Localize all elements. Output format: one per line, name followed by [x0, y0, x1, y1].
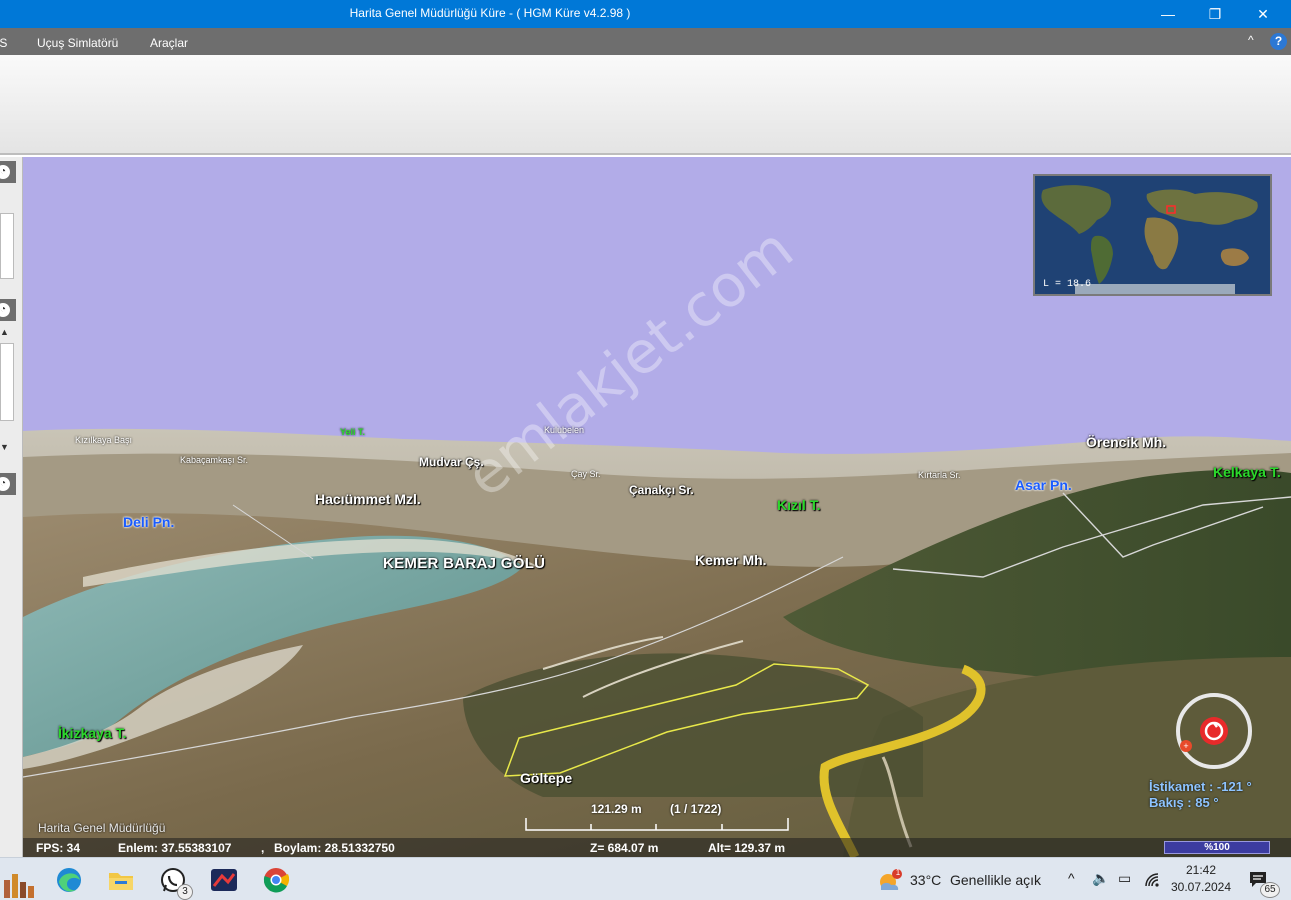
- place-label[interactable]: KEMER BARAJ GÖLÜ: [383, 555, 545, 572]
- notification-center[interactable]: 65: [1248, 870, 1280, 898]
- place-label[interactable]: Kelkaya T.: [1213, 464, 1281, 480]
- place-label[interactable]: Kızıl T.: [777, 497, 821, 513]
- clock-date: 30.07.2024: [1170, 880, 1232, 894]
- overview-minimap[interactable]: L = 18.6: [1033, 174, 1272, 296]
- coord-separator: ,: [261, 841, 265, 855]
- menu-item-flight-simulator[interactable]: Uçuş Simlatörü: [37, 36, 118, 50]
- pin-icon[interactable]: ◔: [0, 477, 10, 491]
- minimap-scale: L = 18.6: [1043, 279, 1092, 290]
- place-label[interactable]: Kemer Mh.: [695, 552, 767, 568]
- place-label[interactable]: Çay Sr.: [571, 469, 601, 479]
- tilt-readout: Bakış : 85 °: [1149, 795, 1219, 810]
- clock-time: 21:42: [1185, 863, 1217, 877]
- svg-text:+: +: [1183, 741, 1188, 751]
- menu-bar: İS Uçuş Simlatörü Araçlar ^ ?: [0, 28, 1291, 55]
- maximize-button[interactable]: ❐: [1192, 0, 1238, 28]
- chrome-icon[interactable]: [260, 864, 292, 896]
- scale-ticks: [525, 818, 789, 831]
- place-label[interactable]: İkizkaya T.: [58, 725, 127, 741]
- show-hidden-icons-icon[interactable]: ^: [1068, 870, 1075, 886]
- whatsapp-badge: 3: [177, 884, 193, 900]
- world-map: [1035, 176, 1270, 294]
- taskbar: 3 1 33°C Genellikle açık ^ 🔈 ▭ 21:42 30.…: [0, 857, 1291, 900]
- file-explorer-icon[interactable]: [105, 864, 137, 896]
- fps-readout: FPS: 34: [36, 841, 81, 855]
- menu-item-gis[interactable]: İS: [0, 36, 7, 50]
- place-label[interactable]: Kulubelen: [544, 425, 584, 435]
- title-bar: Harita Genel Müdürlüğü Küre - ( HGM Küre…: [0, 0, 1291, 28]
- altitude-readout: Alt= 129.37 m: [708, 841, 786, 855]
- hgm-kure-icon[interactable]: [208, 864, 240, 896]
- edge-icon[interactable]: [53, 864, 85, 896]
- place-label[interactable]: Örencik Mh.: [1086, 434, 1166, 450]
- heading-readout: İstikamet : -121 °: [1149, 779, 1252, 794]
- place-label[interactable]: Kabaçamkaşı Sr.: [180, 455, 248, 465]
- map-credit: Harita Genel Müdürlüğü: [38, 821, 166, 835]
- whatsapp-app[interactable]: 3: [157, 864, 193, 900]
- globe-viewport[interactable]: emlakjet.com Kızılkaya Başı Kabaçamkaşı …: [23, 157, 1291, 857]
- pin-icon[interactable]: ◔: [0, 303, 10, 317]
- load-progress: %100: [1164, 841, 1270, 854]
- panel-header: ◔: [0, 299, 16, 321]
- scroll-up-icon[interactable]: ▲: [0, 327, 9, 337]
- ribbon-toolbar: [0, 55, 1291, 155]
- weather-condition: Genellikle açık: [950, 872, 1042, 888]
- place-label[interactable]: Deli Pn.: [123, 514, 174, 530]
- volume-icon[interactable]: 🔈: [1092, 870, 1109, 887]
- panel-header: ◔: [0, 473, 16, 495]
- status-bar: FPS: 34 Enlem: 37.55383107 , Boylam: 28.…: [23, 838, 1291, 857]
- start-icon[interactable]: [0, 866, 36, 898]
- place-label[interactable]: Mudvar Çş.: [419, 455, 484, 469]
- place-label[interactable]: Göltepe: [520, 770, 572, 786]
- notification-count: 65: [1260, 882, 1280, 898]
- menu-item-tools[interactable]: Araçlar: [150, 36, 188, 50]
- wifi-icon[interactable]: [1144, 872, 1160, 888]
- panel-box: [0, 343, 14, 421]
- minimize-button[interactable]: —: [1145, 0, 1191, 28]
- battery-icon[interactable]: ▭: [1118, 870, 1131, 887]
- latitude-readout: Enlem: 37.55383107: [118, 841, 232, 855]
- window-title: Harita Genel Müdürlüğü Küre - ( HGM Küre…: [349, 6, 631, 20]
- place-label[interactable]: Hacıümmet Mzl.: [315, 491, 421, 507]
- longitude-readout: Boylam: 28.51332750: [274, 841, 395, 855]
- temperature: 33°C: [910, 872, 942, 888]
- close-button[interactable]: ✕: [1240, 0, 1286, 28]
- scale-distance: 121.29 m: [591, 802, 642, 816]
- scale-ratio: (1 / 1722): [670, 802, 722, 816]
- app-window: Harita Genel Müdürlüğü Küre - ( HGM Küre…: [0, 0, 1291, 900]
- collapse-ribbon-icon[interactable]: ^: [1248, 33, 1254, 47]
- system-clock[interactable]: 21:42 30.07.2024: [1168, 862, 1234, 896]
- scroll-down-icon[interactable]: ▼: [0, 442, 9, 452]
- scale-bar: 121.29 m (1 / 1722): [524, 802, 792, 842]
- place-label[interactable]: Kızılkaya Başı: [75, 435, 132, 445]
- panel-header: ◔: [0, 161, 16, 183]
- left-side-panel: ◔ ◔ ▲ ▼ ◔: [0, 157, 23, 857]
- place-label[interactable]: Yeli T.: [340, 427, 365, 437]
- place-label[interactable]: Çanakçı Sr.: [629, 483, 694, 497]
- navigation-compass[interactable]: +: [1173, 690, 1255, 772]
- help-icon[interactable]: ?: [1270, 33, 1287, 50]
- place-label[interactable]: Kırtarla Sr.: [918, 470, 961, 480]
- panel-box: [0, 213, 14, 279]
- place-label[interactable]: Asar Pn.: [1015, 477, 1072, 493]
- pin-icon[interactable]: ◔: [0, 165, 10, 179]
- z-readout: Z= 684.07 m: [590, 841, 659, 855]
- weather-alert-badge: 1: [895, 868, 901, 877]
